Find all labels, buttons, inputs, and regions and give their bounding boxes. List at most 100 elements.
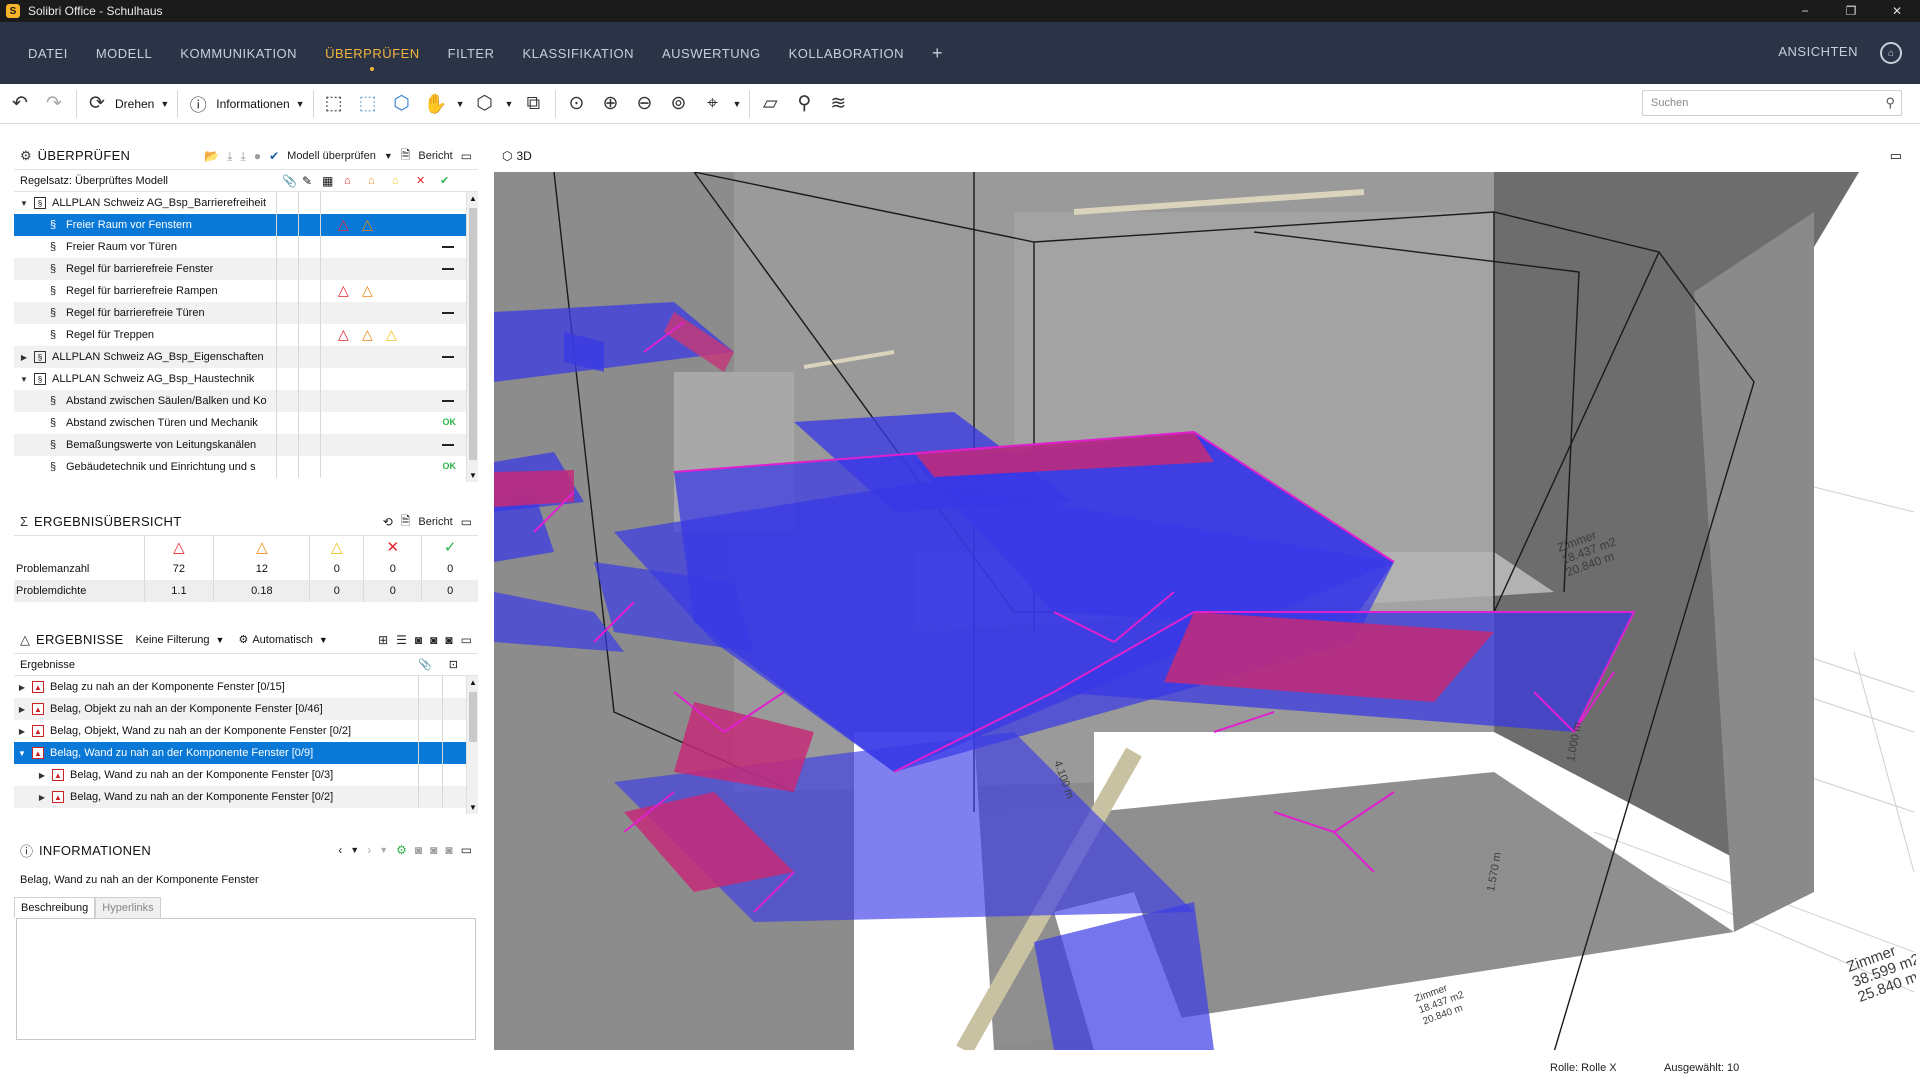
rotate-icon[interactable]: ⟳: [83, 90, 111, 118]
up-icon[interactable]: ▼: [379, 845, 388, 855]
report-icon[interactable]: 🗎: [401, 146, 411, 167]
rejected-column-icon[interactable]: ✕: [416, 174, 425, 187]
filter-dropdown[interactable]: Keine Filterung: [136, 634, 210, 646]
info-dropdown-icon[interactable]: ▼: [296, 99, 305, 109]
scroll-thumb[interactable]: [469, 692, 477, 742]
maximize-panel-icon[interactable]: ▭: [461, 843, 472, 857]
map-icon[interactable]: ⚲: [790, 90, 818, 118]
walk-dropdown-icon[interactable]: ▼: [456, 99, 465, 109]
filter-dropdown-icon[interactable]: ▼: [216, 635, 225, 645]
auto-icon[interactable]: ⚙: [238, 633, 248, 646]
rule-row[interactable]: § Bemaßungswerte von Leitungskanälen: [14, 434, 478, 456]
menu-ansichten[interactable]: ANSICHTEN: [1778, 44, 1858, 59]
rule-row[interactable]: § Regel für Treppen △ △ △: [14, 324, 478, 346]
clash-zone[interactable]: [494, 470, 574, 507]
import-ruleset-icon[interactable]: ⤓: [241, 149, 246, 164]
result-row[interactable]: ▶ ▲ Belag, Wand zu nah an der Komponente F…: [14, 786, 478, 808]
minimize-button[interactable]: −: [1782, 0, 1828, 22]
measure-dropdown-icon[interactable]: ▼: [732, 99, 741, 109]
stop-icon[interactable]: ●: [254, 149, 261, 163]
view-cube-icon[interactable]: ⬡: [471, 90, 499, 118]
next-icon[interactable]: ›: [367, 843, 371, 857]
undo-icon[interactable]: ↶: [6, 90, 34, 118]
description-box[interactable]: [16, 918, 476, 1040]
section-box-icon[interactable]: ⧉: [519, 90, 547, 118]
ruleset-row[interactable]: ▼ § ALLPLAN Schweiz AG_Bsp_Haustechnik: [14, 368, 478, 390]
zoom-fit-icon[interactable]: ⊙: [562, 90, 590, 118]
selected-components-icon[interactable]: ⬡: [388, 90, 416, 118]
tab-hyperlinks[interactable]: Hyperlinks: [95, 897, 161, 918]
rule-row[interactable]: § Freier Raum vor Türen: [14, 236, 478, 258]
camera-icon[interactable]: ◙: [415, 843, 422, 857]
parameter-icon[interactable]: ✎: [302, 174, 312, 188]
collapse-icon[interactable]: ▼: [18, 199, 30, 208]
menu-kollaboration[interactable]: KOLLABORATION: [789, 22, 904, 84]
refresh-icon[interactable]: ⟲: [383, 515, 393, 529]
zoom-in-icon[interactable]: ⊕: [596, 90, 624, 118]
report-button[interactable]: Bericht: [418, 150, 452, 162]
rule-row[interactable]: § Regel für barrierefreie Türen: [14, 302, 478, 324]
menu-filter[interactable]: FILTER: [448, 22, 495, 84]
info-label[interactable]: Informationen: [216, 97, 289, 111]
rule-row[interactable]: § Gebäudetechnik und Einrichtung und s OK: [14, 456, 478, 478]
scroll-thumb[interactable]: [469, 208, 477, 460]
collapse-icon[interactable]: ▼: [18, 375, 30, 384]
check-model-icon[interactable]: ✔: [269, 149, 279, 163]
approved-column-icon[interactable]: ✔: [440, 174, 449, 187]
check-model-button[interactable]: Modell überprüfen: [287, 150, 376, 162]
expand-icon[interactable]: ▶: [36, 793, 48, 802]
slide-icon[interactable]: ◙: [430, 633, 437, 647]
3d-viewport[interactable]: Zimmer18.437 m220.840 m Zimmer38.599 m22…: [494, 172, 1916, 1050]
moderate-column-icon[interactable]: ⌂: [368, 175, 375, 187]
rotate-label[interactable]: Drehen: [115, 97, 154, 111]
check-model-dropdown-icon[interactable]: ▼: [384, 151, 393, 161]
overview-report-button[interactable]: Bericht: [418, 516, 452, 528]
down-icon[interactable]: ▼: [350, 845, 359, 855]
collapse-icon[interactable]: ▼: [16, 749, 28, 758]
critical-column-icon[interactable]: ⌂: [344, 175, 351, 187]
result-row[interactable]: ▶ ▲ Belag, Objekt zu nah an der Komponente…: [14, 698, 478, 720]
menu-klassifikation[interactable]: KLASSIFIKATION: [522, 22, 634, 84]
rule-row[interactable]: § Abstand zwischen Säulen/Balken und Ko: [14, 390, 478, 412]
ruleset-row[interactable]: ▼ § ALLPLAN Schweiz AG_Bsp_Barrierefreihei…: [14, 192, 478, 214]
expand-icon[interactable]: ▶: [16, 683, 28, 692]
maximize-panel-icon[interactable]: ▭: [461, 633, 472, 647]
low-column-icon[interactable]: ⌂: [392, 175, 399, 187]
list-view-icon[interactable]: ☰: [396, 633, 407, 647]
report-icon[interactable]: 🗎: [401, 512, 411, 533]
attachment-icon[interactable]: 📎: [418, 658, 432, 671]
assign-icon[interactable]: ⚙: [396, 843, 407, 857]
expand-icon[interactable]: ▶: [16, 705, 28, 714]
search-input[interactable]: Suchen ⚲: [1642, 90, 1902, 116]
scroll-down-icon[interactable]: ▼: [469, 471, 477, 480]
scroll-up-icon[interactable]: ▲: [469, 194, 477, 203]
menu-auswertung[interactable]: AUSWERTUNG: [662, 22, 761, 84]
menu-ueberpruefen[interactable]: ÜBERPRÜFEN: [325, 22, 420, 84]
results-scrollbar[interactable]: ▲ ▼: [466, 676, 478, 814]
layers-icon[interactable]: ≋: [824, 90, 852, 118]
maximize-panel-icon[interactable]: ▭: [461, 149, 472, 163]
expand-icon[interactable]: ▶: [18, 353, 30, 362]
info-icon[interactable]: ⓘ: [184, 90, 212, 118]
home-view-icon[interactable]: ⌂: [1880, 42, 1902, 64]
restore-button[interactable]: ❐: [1828, 0, 1874, 22]
result-row[interactable]: ▼ ▲ Belag, Wand zu nah an der Komponente F…: [14, 742, 478, 764]
maximize-panel-icon[interactable]: ▭: [461, 515, 472, 529]
measure-icon[interactable]: ⌖: [698, 90, 726, 118]
3d-model-scene[interactable]: Zimmer18.437 m220.840 m Zimmer38.599 m22…: [494, 172, 1916, 1050]
viewpoint-icon[interactable]: ⊡: [449, 658, 458, 671]
open-ruleset-icon[interactable]: 📂: [204, 149, 219, 163]
presentation-icon[interactable]: ◙: [445, 633, 452, 647]
scroll-down-icon[interactable]: ▼: [469, 803, 477, 812]
menu-modell[interactable]: MODELL: [96, 22, 152, 84]
view-dropdown-icon[interactable]: ▼: [505, 99, 514, 109]
floor-plan-icon[interactable]: ▱: [756, 90, 784, 118]
result-row[interactable]: ▶ ▲ Belag zu nah an der Komponente Fenster…: [14, 676, 478, 698]
previous-icon[interactable]: ‹: [338, 843, 342, 857]
show-all-components-icon[interactable]: ⬚: [320, 90, 348, 118]
rule-row[interactable]: § Regel für barrierefreie Fenster: [14, 258, 478, 280]
search-icon[interactable]: ⚲: [1885, 95, 1895, 111]
zoom-out-icon[interactable]: ⊖: [630, 90, 658, 118]
expand-icon[interactable]: ▶: [36, 771, 48, 780]
save-ruleset-icon[interactable]: ⤓: [227, 149, 232, 164]
